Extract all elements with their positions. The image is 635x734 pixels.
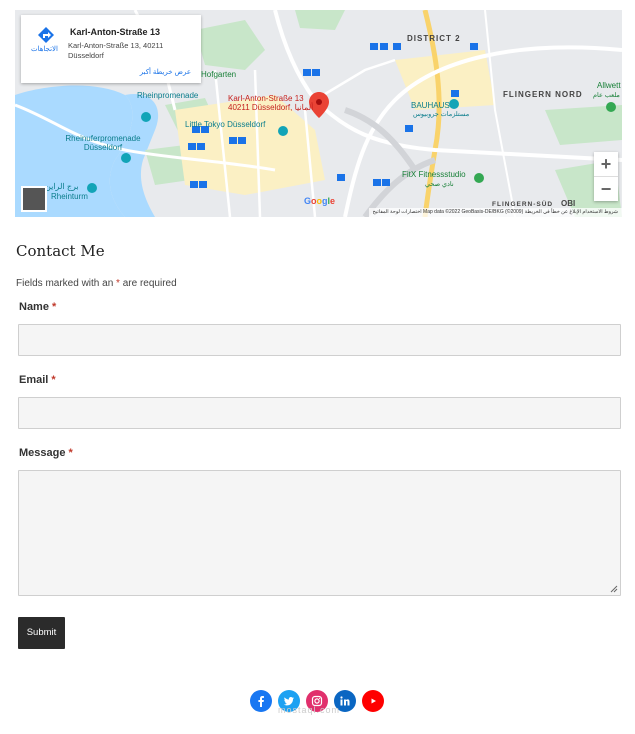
- place-info-card: الاتجاهات Karl-Anton-Straße 13 Karl-Anto…: [21, 15, 201, 83]
- required-note-text-end: are required: [119, 278, 177, 289]
- google-logo: Google: [304, 196, 336, 206]
- directions-icon[interactable]: [35, 25, 57, 45]
- map-label-allwetter-ar: ملعب عام: [593, 92, 620, 99]
- map-label-rheinpromenade: Rheinpromenade: [137, 91, 199, 100]
- map-attribution: اختصارات لوحة المفاتيح Map data ©2022 Ge…: [368, 208, 622, 217]
- message-textarea[interactable]: [18, 470, 621, 596]
- map-label-flingern-nord: FLINGERN NORD: [503, 90, 583, 99]
- contact-title: Contact Me: [16, 242, 105, 260]
- zoom-controls: + −: [594, 152, 618, 201]
- marker-label-line1: Karl-Anton-Straße 13: [228, 94, 304, 103]
- map-label-rheinturm-ar: برج الراين: [45, 182, 79, 191]
- map-label-rheinuferpromenade: Rheinuferpromenade Düsseldorf: [65, 134, 141, 152]
- map-label-hofgarten: Hofgarten: [201, 70, 237, 79]
- email-label-text: Email: [19, 374, 49, 386]
- watermark: mostaql.com: [278, 705, 341, 715]
- map-label-obi: OBI: [561, 199, 576, 208]
- map-label-allwetter: Allwett: [597, 81, 621, 90]
- message-label: Message *: [19, 447, 73, 459]
- map-label-fitx-ar: نادي صحي: [425, 181, 454, 188]
- required-star: *: [51, 374, 56, 386]
- directions-label[interactable]: الاتجاهات: [31, 45, 58, 53]
- youtube-icon[interactable]: [362, 690, 384, 712]
- name-input[interactable]: [18, 324, 621, 356]
- marker-label-line2: 40211 Düsseldorf, ألمانيا: [228, 103, 314, 112]
- resize-handle-icon[interactable]: [610, 585, 618, 593]
- map-label-rheinturm: Rheinturm: [51, 192, 88, 201]
- embedded-map[interactable]: الاتجاهات Karl-Anton-Straße 13 Karl-Anto…: [15, 10, 622, 217]
- zoom-in-button[interactable]: +: [594, 152, 618, 176]
- map-label-flingern-sud: FLINGERN-SÜD: [492, 201, 554, 208]
- required-star: *: [68, 447, 73, 459]
- message-label-text: Message: [19, 447, 66, 459]
- name-label-text: Name: [19, 301, 49, 313]
- map-label-little-tokyo: Little Tokyo Düsseldorf: [185, 120, 266, 129]
- submit-button[interactable]: Submit: [18, 617, 65, 649]
- required-fields-note: Fields marked with an * are required: [16, 278, 177, 289]
- email-input[interactable]: [18, 397, 621, 429]
- map-type-thumbnail[interactable]: [21, 186, 47, 212]
- name-label: Name *: [19, 301, 56, 313]
- map-label-fitx: FitX Fitnessstudio: [402, 170, 466, 179]
- facebook-icon[interactable]: [250, 690, 272, 712]
- map-label-bauhaus-ar: مستلزمات جروبيوس: [413, 111, 470, 118]
- required-note-text: Fields marked with an: [16, 278, 117, 289]
- zoom-out-button[interactable]: −: [594, 177, 618, 201]
- map-label-district2: DISTRICT 2: [407, 34, 461, 43]
- required-star: *: [52, 301, 57, 313]
- place-title: Karl-Anton-Straße 13: [70, 27, 161, 37]
- view-larger-map-link[interactable]: عرض خريطة أكبر: [140, 68, 191, 76]
- email-label: Email *: [19, 374, 56, 386]
- place-address: Karl-Anton-Straße 13, 40211 Düsseldorf: [68, 41, 164, 60]
- map-label-bauhaus: BAUHAUS: [411, 101, 450, 110]
